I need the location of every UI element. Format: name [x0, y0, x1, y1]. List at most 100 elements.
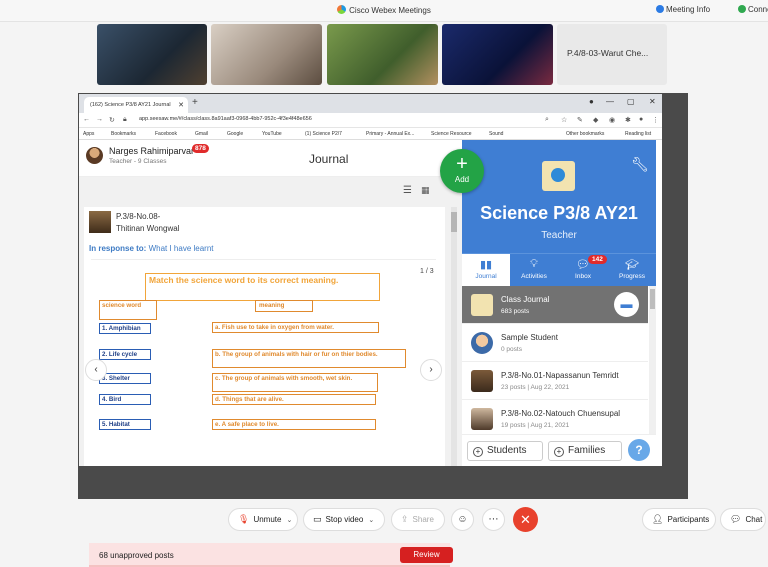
participant-video-2[interactable]: [211, 24, 322, 85]
bookmark-item[interactable]: Bookmarks: [111, 131, 136, 137]
worksheet-image[interactable]: [91, 259, 436, 429]
more-options-button[interactable]: ⋯: [482, 508, 505, 531]
bookmark-item[interactable]: Science Resource: [431, 131, 472, 137]
back-icon[interactable]: ←: [83, 116, 90, 123]
minimize-icon[interactable]: —: [606, 97, 614, 106]
user-name[interactable]: Narges Rahimiparvar: [109, 146, 194, 156]
browser-window: (162) Science P3/8 AY21 Journal ✕ + ● — ▢…: [79, 94, 662, 567]
folder-icon[interactable]: ▬: [614, 292, 639, 317]
browser-tab[interactable]: (162) Science P3/8 AY21 Journal ✕: [84, 97, 188, 113]
bookmark-item[interactable]: (1) Science P2/7: [305, 131, 342, 137]
more-icon: ⋯: [488, 514, 499, 525]
list-view-icon[interactable]: ☰: [400, 185, 415, 197]
star-icon[interactable]: ☆: [561, 116, 567, 124]
profile-avatar-icon[interactable]: ●: [639, 116, 643, 123]
reload-icon[interactable]: ↻: [109, 116, 115, 124]
bookmark-item[interactable]: YouTube: [262, 131, 282, 137]
participants-icon: 👤︎: [652, 514, 664, 524]
review-button[interactable]: Review: [400, 547, 453, 563]
help-button[interactable]: ?: [628, 439, 650, 461]
previous-page-button[interactable]: ‹: [85, 359, 107, 381]
url-field[interactable]: app.seesaw.me/#/class/class.8a91aaf3-096…: [139, 116, 312, 122]
webex-title-bar: Cisco Webex Meetings Meeting Info Connec…: [0, 0, 768, 22]
reactions-button[interactable]: ☺: [451, 508, 474, 531]
class-member-list: Class Journal 683 posts ▬ Sample Student…: [462, 286, 656, 434]
profile-icon[interactable]: ●: [589, 97, 594, 106]
unapproved-count: 68 unapproved posts: [99, 551, 174, 560]
notification-badge[interactable]: 878: [192, 144, 209, 153]
list-item[interactable]: Sample Student 0 posts: [462, 324, 648, 362]
bookmark-item[interactable]: Other bookmarks: [566, 131, 604, 137]
tab-activities[interactable]: 💡︎ Activities: [510, 254, 558, 287]
stop-video-button[interactable]: ▭ Stop video ⌄: [303, 508, 385, 531]
user-subtitle: Teacher - 9 Classes: [109, 158, 167, 165]
leave-meeting-button[interactable]: ✕: [513, 507, 538, 532]
scrollbar-thumb[interactable]: [650, 289, 655, 309]
chat-button[interactable]: 💬︎ Chat: [720, 508, 766, 531]
smiley-icon: ☺: [457, 514, 468, 525]
progress-icon: 🎓︎: [625, 259, 639, 271]
search-icon[interactable]: ⌕: [545, 116, 549, 124]
chevron-down-icon[interactable]: ⌄: [286, 510, 292, 531]
bookmark-item[interactable]: Google: [227, 131, 243, 137]
list-item[interactable]: P.3/8-No.01-Napassanun Temridt 23 posts …: [462, 362, 648, 400]
bookmark-item[interactable]: Facebook: [155, 131, 177, 137]
add-button[interactable]: + Add: [440, 149, 484, 193]
participant-video-3[interactable]: [327, 24, 438, 85]
settings-wrench-icon[interactable]: 🔧︎: [631, 156, 649, 173]
new-tab-button[interactable]: +: [192, 97, 198, 108]
journal-header: Narges Rahimiparvar Teacher - 9 Classes …: [79, 140, 462, 177]
plus-icon: +: [473, 447, 483, 457]
menu-icon[interactable]: ⋮: [652, 116, 659, 124]
share-button[interactable]: ⇪ Share: [391, 508, 445, 531]
chevron-down-icon[interactable]: ⌄: [368, 510, 374, 531]
scrollbar-thumb[interactable]: [451, 212, 457, 232]
bookmark-item[interactable]: Sound: [489, 131, 503, 137]
forward-icon[interactable]: →: [96, 116, 103, 123]
info-icon: [656, 5, 664, 13]
unmute-button[interactable]: 🎙︎ Unmute ⌄: [228, 508, 298, 531]
list-item[interactable]: P.3/8-No.02-Natouch Chuensupal 19 posts …: [462, 400, 648, 434]
extension-icon[interactable]: ◆: [593, 116, 598, 124]
activities-icon: 💡︎: [530, 258, 538, 270]
tab-progress[interactable]: 🎓︎ Progress: [608, 254, 656, 287]
in-response-to: In response to: What I have learnt: [89, 244, 214, 253]
webex-control-bar: 🎙︎ Unmute ⌄ ▭ Stop video ⌄ ⇪ Share ☺ ⋯ 👤︎ Part…: [0, 500, 768, 540]
plus-icon: +: [554, 447, 564, 457]
extension-icon[interactable]: ✎: [577, 116, 583, 124]
close-tab-icon[interactable]: ✕: [178, 101, 184, 109]
tab-journal[interactable]: ▮▮ Journal: [462, 254, 510, 287]
unapproved-posts-bar: 68 unapproved posts Review: [89, 543, 453, 567]
add-families-button[interactable]: + Families: [548, 441, 622, 461]
grid-view-icon[interactable]: ▦: [421, 185, 433, 197]
chevron-left-icon: ‹: [94, 364, 98, 375]
chevron-right-icon: ›: [429, 364, 433, 375]
bookmark-item[interactable]: Primary - Annual Ex...: [366, 131, 414, 137]
close-icon: ✕: [520, 512, 531, 527]
bookmark-item[interactable]: Apps: [83, 131, 94, 137]
extension-icon[interactable]: ◉: [609, 116, 615, 124]
bookmark-item[interactable]: Reading list: [625, 131, 651, 137]
student-avatar: [471, 332, 493, 354]
connect-icon: [738, 5, 746, 13]
connect-button[interactable]: Connect: [738, 5, 768, 14]
meeting-info-button[interactable]: Meeting Info: [656, 5, 710, 14]
maximize-icon[interactable]: ▢: [627, 97, 635, 106]
bookmark-item[interactable]: Gmail: [195, 131, 208, 137]
participants-button[interactable]: 👤︎ Participants: [642, 508, 716, 531]
list-item-class-journal[interactable]: Class Journal 683 posts ▬: [462, 286, 648, 324]
journal-scrollbar[interactable]: [451, 207, 457, 466]
participant-tile-name[interactable]: P.4/8-03-Warut Che...: [557, 24, 667, 85]
post-author-avatar: [89, 211, 111, 233]
class-list-scrollbar[interactable]: [649, 286, 656, 434]
participant-video-4[interactable]: [442, 24, 553, 85]
microphone-muted-icon: 🎙︎: [238, 514, 250, 524]
class-role: Teacher: [541, 230, 577, 241]
next-page-button[interactable]: ›: [420, 359, 442, 381]
participant-video-1[interactable]: [97, 24, 207, 85]
extensions-puzzle-icon[interactable]: ✱: [625, 116, 631, 124]
add-students-button[interactable]: + Students: [467, 441, 543, 461]
bookmarks-bar: Apps Bookmarks Facebook Gmail Google You…: [79, 128, 662, 140]
close-window-icon[interactable]: ✕: [649, 97, 656, 106]
user-avatar[interactable]: [86, 147, 103, 164]
